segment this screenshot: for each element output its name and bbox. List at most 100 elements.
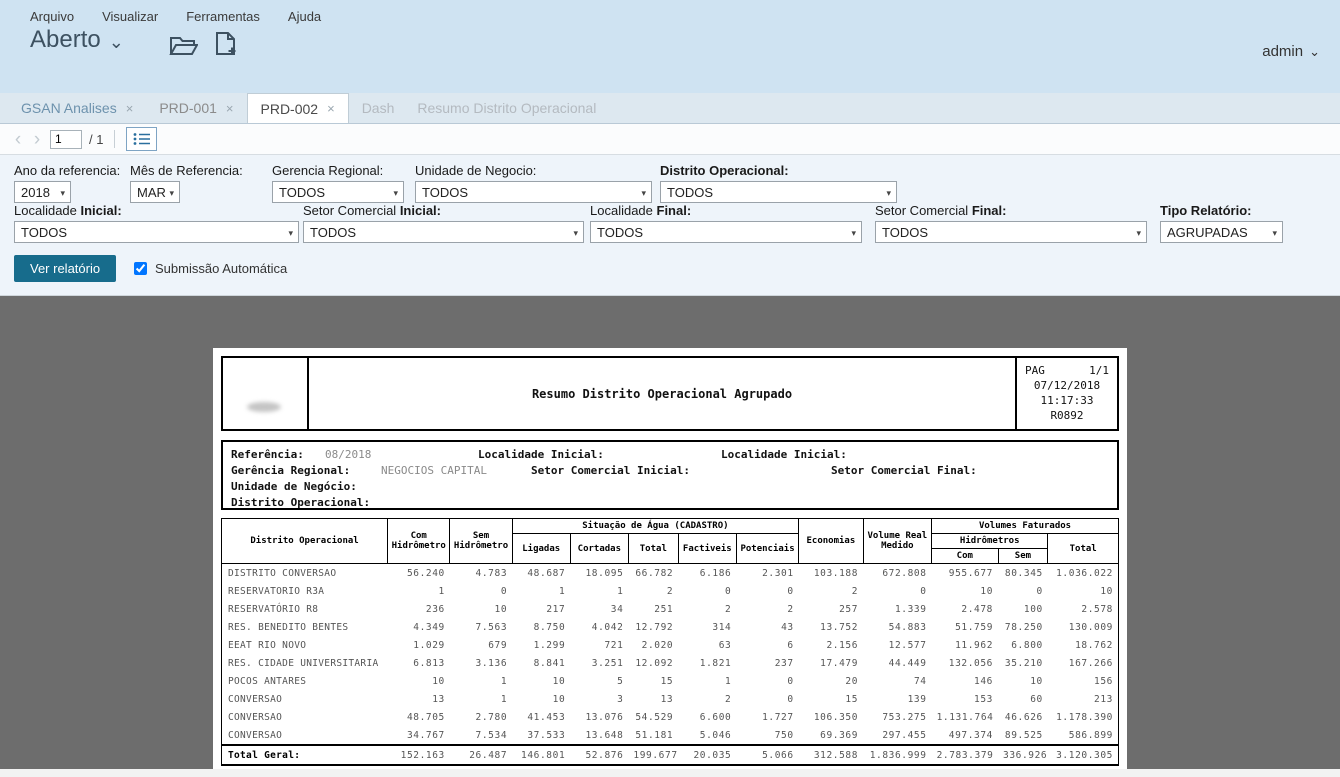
mes-referencia-select[interactable]: MAR▾ <box>130 181 180 203</box>
chevron-down-icon: ▾ <box>886 188 891 199</box>
report-time: 11:17:33 <box>1025 393 1109 408</box>
value-cell: 11.962 <box>932 636 998 654</box>
value-cell: 5 <box>570 672 628 690</box>
district-name-cell: CONVERSAO <box>222 726 388 745</box>
value-cell: 1.029 <box>388 636 450 654</box>
district-name-cell: RES. BENEDITO BENTES <box>222 618 388 636</box>
value-cell: 44.449 <box>863 654 932 672</box>
auto-submit-checkbox[interactable] <box>134 262 147 275</box>
value-cell: 497.374 <box>932 726 998 745</box>
value-cell: 89.525 <box>998 726 1048 745</box>
value-cell: 750 <box>736 726 798 745</box>
ano-referencia-select[interactable]: 2018▾ <box>14 181 71 203</box>
close-icon[interactable]: × <box>327 101 335 116</box>
tab-prd-002[interactable]: PRD-002 × <box>247 93 349 123</box>
setor-comercial-final-select[interactable]: TODOS▾ <box>875 221 1147 243</box>
tipo-relatorio-select[interactable]: AGRUPADAS▾ <box>1160 221 1283 243</box>
localidade-inicial-label: Localidade Inicial: <box>478 448 604 461</box>
value-cell: 1.131.764 <box>932 708 998 726</box>
district-name-cell: RESERVATÓRIO R8 <box>222 600 388 618</box>
tab-prd-001[interactable]: PRD-001 × <box>146 93 246 123</box>
close-icon[interactable]: × <box>126 101 134 116</box>
value-cell: 15 <box>628 672 678 690</box>
value-cell: 721 <box>570 636 628 654</box>
col-situacao-agua: Situação de Água (CADASTRO) <box>512 519 799 534</box>
col-com-hidrometro: Com Hidrômetro <box>388 519 450 564</box>
filter-label: Localidade Final: <box>590 203 862 220</box>
table-row: RES. BENEDITO BENTES4.3497.5638.7504.042… <box>222 618 1119 636</box>
total-value-cell: 5.066 <box>736 745 798 765</box>
tab-gsan-analises[interactable]: GSAN Analises × <box>8 93 146 123</box>
value-cell: 100 <box>998 600 1048 618</box>
open-dropdown[interactable]: Aberto ⌄ <box>30 26 124 54</box>
menu-ferramentas[interactable]: Ferramentas <box>186 9 260 24</box>
menu-ajuda[interactable]: Ajuda <box>288 9 321 24</box>
report-info-box: Referência: 08/2018 Localidade Inicial: … <box>221 440 1119 510</box>
next-page-button[interactable]: › <box>31 130 43 149</box>
value-cell: 955.677 <box>932 564 998 583</box>
total-value-cell: 312.588 <box>799 745 863 765</box>
chevron-down-icon: ▾ <box>60 188 65 199</box>
menu-arquivo[interactable]: Arquivo <box>30 9 74 24</box>
filter-setor-comercial-final: Setor Comercial Final: TODOS▾ <box>875 203 1147 243</box>
value-cell: 66.782 <box>628 564 678 583</box>
distrito-operacional-select[interactable]: TODOS▾ <box>660 181 897 203</box>
value-cell: 74 <box>863 672 932 690</box>
page-total-label: / 1 <box>89 132 103 147</box>
table-row: POCOS ANTARES1011051510207414610156 <box>222 672 1119 690</box>
gerencia-regional-select[interactable]: TODOS▾ <box>272 181 404 203</box>
page-label: PAG <box>1025 363 1045 378</box>
localidade-final-select[interactable]: TODOS▾ <box>590 221 862 243</box>
prev-page-button[interactable]: ‹ <box>12 130 24 149</box>
tab-dash[interactable]: Dash <box>349 93 408 123</box>
value-cell: 0 <box>678 582 736 600</box>
unidade-negocio-select[interactable]: TODOS▾ <box>415 181 652 203</box>
localidade-inicial-select[interactable]: TODOS▾ <box>14 221 299 243</box>
value-cell: 2.020 <box>628 636 678 654</box>
new-report-icon[interactable] <box>214 31 238 63</box>
value-cell: 1 <box>512 582 570 600</box>
value-cell: 8.750 <box>512 618 570 636</box>
filter-gerencia-regional: Gerencia Regional: TODOS▾ <box>272 163 404 203</box>
value-cell: 1.299 <box>512 636 570 654</box>
filter-mes-referencia: Mês de Referencia: MAR▾ <box>130 163 243 203</box>
page-number-input[interactable] <box>50 130 82 149</box>
col-total-agua: Total <box>628 534 678 564</box>
value-cell: 56.240 <box>388 564 450 583</box>
value-cell: 10 <box>388 672 450 690</box>
value-cell: 7.563 <box>450 618 512 636</box>
value-cell: 0 <box>450 582 512 600</box>
menu-visualizar[interactable]: Visualizar <box>102 9 158 24</box>
distrito-label: Distrito Operacional: <box>231 496 370 509</box>
list-icon <box>133 132 151 146</box>
value-cell: 146 <box>932 672 998 690</box>
col-sem-hidrometro: Sem Hidrômetro <box>450 519 512 564</box>
value-cell: 10 <box>932 582 998 600</box>
report-meta: PAG 1/1 07/12/2018 11:17:33 R0892 <box>1015 358 1117 429</box>
value-cell: 0 <box>998 582 1048 600</box>
user-menu[interactable]: admin ⌄ <box>1262 42 1320 60</box>
filter-label: Unidade de Negocio: <box>415 163 652 180</box>
toolbar-separator <box>114 130 115 148</box>
setor-comercial-inicial-select[interactable]: TODOS▾ <box>303 221 584 243</box>
value-cell: 17.479 <box>799 654 863 672</box>
col-volumes-faturados: Volumes Faturados <box>932 519 1119 534</box>
district-name-cell: CONVERSAO <box>222 708 388 726</box>
report-page: Resumo Distrito Operacional Agrupado PAG… <box>213 348 1127 777</box>
toc-list-button[interactable] <box>126 127 157 151</box>
total-value-cell: 199.677 <box>628 745 678 765</box>
col-volume-real: Volume Real Medido <box>863 519 932 564</box>
referencia-label: Referência: <box>231 448 304 461</box>
table-row: RESERVATORIO R3A10112002010010 <box>222 582 1119 600</box>
tab-label: Dash <box>362 100 395 116</box>
tab-label: PRD-002 <box>261 101 319 117</box>
run-report-button[interactable]: Ver relatório <box>14 255 116 282</box>
value-cell: 6.813 <box>388 654 450 672</box>
close-icon[interactable]: × <box>226 101 234 116</box>
district-name-cell: EEAT RIO NOVO <box>222 636 388 654</box>
horizontal-scrollbar[interactable] <box>0 769 1340 777</box>
open-folder-icon[interactable] <box>168 34 198 63</box>
value-cell: 41.453 <box>512 708 570 726</box>
total-value-cell: 1.836.999 <box>863 745 932 765</box>
report-code: R0892 <box>1025 408 1109 423</box>
